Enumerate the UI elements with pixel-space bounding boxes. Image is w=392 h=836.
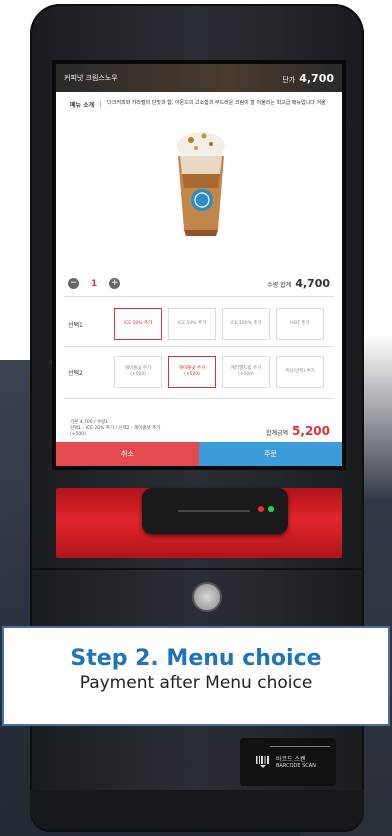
choice1-label: 선택1 (68, 321, 83, 329)
summary-line-3: (+500) (70, 432, 86, 437)
menu-header: 커피넛 크림스노우 단가 4,700 (56, 64, 342, 92)
option-label: HOT 추가 (290, 321, 310, 326)
divider-line (64, 398, 334, 399)
quantity-minus-button[interactable]: − (68, 278, 79, 289)
option-price: (+500) (238, 372, 254, 377)
choice1-option-ice50[interactable]: ICE 50% 추가 (168, 308, 216, 340)
drink-image (177, 132, 225, 236)
menu-description: 메뉴 소개 다크커피와 카라멜의 단맛과 함, 아몬드의 고소함과 부드러운 크… (56, 92, 342, 109)
divider-line (64, 346, 334, 347)
unit-price-value: 4,700 (299, 71, 334, 85)
quantity-row: − 1 + 수량 합계 4,700 (68, 277, 330, 290)
barcode-icon (256, 756, 269, 768)
unit-price-label: 단가 (282, 75, 296, 84)
option-label: 흑당(반쪽) 추가 (285, 369, 315, 374)
quantity-sum-label: 수량 합계 (267, 282, 292, 289)
option-label: ICE 100% 추가 (230, 321, 262, 326)
cancel-button[interactable]: 취소 (56, 442, 199, 466)
barcode-label-ko: 바코드 스캔 (276, 756, 306, 763)
total-label: 합계금액 (265, 430, 289, 437)
power-button[interactable] (192, 582, 222, 612)
barcode-scanner[interactable]: 바코드 스캔 BARCODE SCAN (240, 738, 336, 786)
divider-line (64, 296, 334, 297)
choice1-options: ICE 20% 추가 ICE 50% 추가 ICE 100% 추가 HOT 추가 (114, 308, 324, 340)
barcode-label-en: BARCODE SCAN (276, 763, 316, 769)
order-button[interactable]: 주문 (199, 442, 342, 466)
quantity-sum-value: 4,700 (295, 277, 330, 290)
order-summary: 기본 4,700 / 수량1 선택1 - ICE 20% 추가 / 선택2 - … (70, 420, 330, 438)
choice2-option-2[interactable]: 헤이즐넛 추가 (+500) (168, 356, 216, 388)
summary-lines: 기본 4,700 / 수량1 선택1 - ICE 20% 추가 / 선택2 - … (70, 420, 160, 438)
menu-intro-text: 다크커피와 카라멜의 단맛과 함, 아몬드의 고소함과 부드러운 크림이 잘 어… (100, 100, 326, 109)
total-value: 5,200 (292, 424, 330, 438)
choice2-row: 선택2 헤이즐넛 추가 (+500) 헤이즐넛 추가 (+500) 캐러멜드립 … (64, 356, 334, 388)
choice2-option-4[interactable]: 흑당(반쪽) 추가 (276, 356, 324, 388)
choice1-option-hot[interactable]: HOT 추가 (276, 308, 324, 340)
card-reader[interactable] (142, 488, 288, 534)
choice2-options: 헤이즐넛 추가 (+500) 헤이즐넛 추가 (+500) 캐러멜드립 추가 (… (114, 356, 324, 388)
choice2-option-3[interactable]: 캐러멜드립 추가 (+500) (222, 356, 270, 388)
step-caption: Step 2. Menu choice Payment after Menu c… (2, 626, 390, 726)
choice1-option-ice20[interactable]: ICE 20% 추가 (114, 308, 162, 340)
kiosk-base (30, 790, 364, 830)
choice2-option-1[interactable]: 헤이즐넛 추가 (+500) (114, 356, 162, 388)
status-led-red (258, 506, 264, 512)
option-label: ICE 20% 추가 (123, 321, 153, 326)
kiosk-screen: 커피넛 크림스노우 단가 4,700 메뉴 소개 다크커피와 카라멜의 단맛과 … (56, 64, 342, 466)
menu-name: 커피넛 크림스노우 (64, 74, 118, 82)
choice1-option-ice100[interactable]: ICE 100% 추가 (222, 308, 270, 340)
unit-price: 단가 4,700 (282, 72, 334, 85)
status-led-green (268, 506, 274, 512)
card-slot (178, 510, 250, 512)
quantity-value: 1 (91, 278, 98, 289)
caption-title: Step 2. Menu choice (70, 646, 322, 671)
kiosk-divider (30, 568, 364, 570)
choice2-label: 선택2 (68, 369, 83, 377)
scanner-line (270, 746, 330, 747)
menu-intro-label: 메뉴 소개 (70, 102, 95, 109)
option-price: (+500) (130, 372, 146, 377)
caption-subtitle: Payment after Menu choice (79, 673, 313, 693)
option-label: ICE 50% 추가 (177, 321, 207, 326)
choice1-row: 선택1 ICE 20% 추가 ICE 50% 추가 ICE 100% 추가 HO… (64, 308, 334, 340)
quantity-sum: 수량 합계 4,700 (267, 277, 330, 290)
total-amount: 합계금액 5,200 (266, 424, 330, 438)
action-bar: 취소 주문 (56, 442, 342, 466)
quantity-plus-button[interactable]: + (109, 278, 121, 289)
option-price: (+500) (184, 372, 200, 377)
